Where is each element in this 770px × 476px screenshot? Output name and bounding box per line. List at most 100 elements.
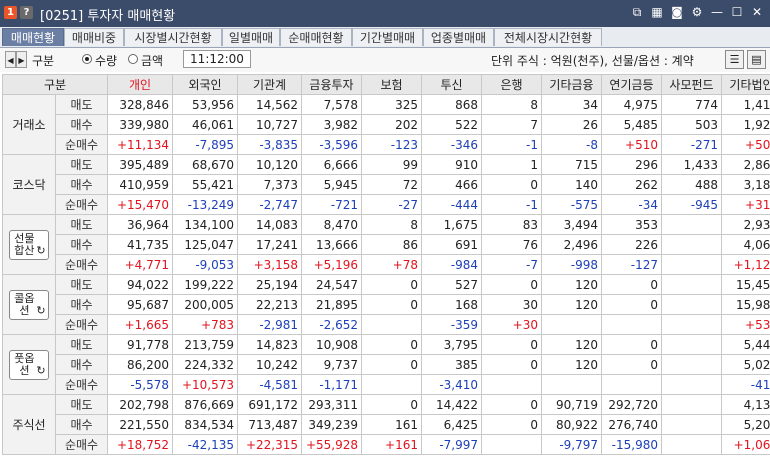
minimize-icon[interactable]: — bbox=[710, 5, 724, 19]
tab-period-trading[interactable]: 기간별매매 bbox=[352, 28, 423, 46]
table-cell: 24,547 bbox=[301, 274, 362, 295]
table-row[interactable]: 풋옵션 ↻ 매도 91,778 213,759 14,823 10,908 0 3,795 0 12… bbox=[2, 334, 770, 395]
header-other-finance[interactable]: 기타금융 bbox=[541, 74, 602, 95]
table-cell bbox=[661, 374, 722, 395]
tab-sector-trading[interactable]: 업종별매매 bbox=[423, 28, 494, 46]
table-row[interactable]: 매수 41,735 125,047 17,241 13,666 86 691 76 2,496 2… bbox=[3, 234, 770, 255]
table-cell: 328,846 bbox=[107, 94, 173, 115]
refresh-icon: ↻ bbox=[36, 243, 46, 257]
table-cell: -7 bbox=[481, 254, 542, 275]
restore-icon[interactable]: ⧉ bbox=[630, 5, 644, 19]
time-input[interactable]: 11:12:00 bbox=[183, 50, 251, 68]
table-row[interactable]: 매수86,200224,33210,2429,7370385012005,027 bbox=[3, 354, 770, 375]
excel-export-icon[interactable]: ▤ bbox=[747, 50, 766, 69]
header-financial-investment[interactable]: 금융투자 bbox=[301, 74, 362, 95]
table-row[interactable]: 선물합산 ↻ 매도 36,964 134,100 14,083 8,470 8 1,675 83 3… bbox=[2, 214, 770, 275]
table-row[interactable]: 매수 221,550 834,534 713,487 349,239 161 6,425 0 8… bbox=[3, 414, 770, 435]
table-cell: 30 bbox=[481, 294, 542, 315]
list-view-icon[interactable]: ☰ bbox=[725, 50, 744, 69]
header-institution-total[interactable]: 기관계 bbox=[237, 74, 302, 95]
table-row[interactable]: 순매수 +4,771 -9,053 +3,158 +5,196 +78 -984 -7 -998… bbox=[3, 254, 770, 275]
table-cell: 80,922 bbox=[541, 414, 602, 435]
header-private-fund[interactable]: 사모펀드 bbox=[661, 74, 722, 95]
table-cell bbox=[541, 374, 602, 395]
help-badge[interactable]: ? bbox=[20, 6, 33, 19]
quantity-radio-label[interactable]: 수량 bbox=[95, 52, 117, 69]
tab-trading-ratio[interactable]: 매매비중 bbox=[64, 28, 124, 46]
maximize-icon[interactable]: ☐ bbox=[730, 5, 744, 19]
close-icon[interactable]: ✕ bbox=[750, 5, 764, 19]
table-row[interactable]: 거래소 매도 328,846 53,956 14,562 7,578 325 868 8 34 4,… bbox=[2, 94, 770, 155]
table-cell bbox=[361, 314, 422, 335]
table-cell: 3,795 bbox=[421, 334, 482, 355]
table-cell: 385 bbox=[421, 354, 482, 375]
group-toggle-button[interactable]: 풋옵션 ↻ bbox=[9, 349, 49, 380]
table-cell: 7,578 bbox=[301, 94, 362, 115]
prev-arrow-icon[interactable]: ◀ bbox=[5, 51, 16, 68]
table-cell: 0 bbox=[481, 334, 542, 355]
table-cell: +161 bbox=[361, 434, 422, 455]
screen-number-badge[interactable]: 1 bbox=[4, 6, 17, 19]
table-row[interactable]: 순매수+1,665+783-2,981-2,652 -359+30 +533 bbox=[3, 314, 770, 335]
camera-icon[interactable]: ◙ bbox=[670, 5, 684, 19]
header-category: 구분 bbox=[2, 74, 108, 95]
table-cell: -7,895 bbox=[172, 134, 238, 155]
table-row[interactable]: 매수 339,980 46,061 10,727 3,982 202 522 7 26 5,485… bbox=[3, 114, 770, 135]
table-cell: -4,581 bbox=[237, 374, 302, 395]
row-type-label: 매수 bbox=[55, 354, 108, 375]
group-toggle-button[interactable]: 콜옵션 ↻ bbox=[9, 289, 49, 320]
table-row[interactable]: 콜옵션 ↻ 매도 94,022 199,222 25,194 24,547 0 527 0 120 0… bbox=[2, 274, 770, 335]
table-row[interactable]: 매수 95,687 200,005 22,213 21,895 0 168 30 120 0 15,… bbox=[3, 294, 770, 315]
table-cell: +510 bbox=[601, 134, 662, 155]
table-cell: 120 bbox=[541, 274, 602, 295]
table-cell: 226 bbox=[601, 234, 662, 255]
table-row[interactable]: 순매수-5,578+10,573-4,581-1,171 -3,410 -414 bbox=[3, 374, 770, 395]
header-bank[interactable]: 은행 bbox=[481, 74, 542, 95]
table-cell: 834,534 bbox=[172, 414, 238, 435]
table-cell: 199,222 bbox=[172, 274, 238, 295]
row-type-label: 매도 bbox=[55, 274, 108, 295]
window-title: [0251] 투자자 매매현황 bbox=[40, 9, 176, 24]
table-cell: 202 bbox=[361, 114, 422, 135]
group-label[interactable]: 풋옵션 ↻ bbox=[2, 334, 56, 395]
quantity-radio[interactable] bbox=[82, 54, 92, 64]
table-cell: 53,956 bbox=[172, 94, 238, 115]
tab-trading-status[interactable]: 매매현황 bbox=[2, 28, 64, 46]
table-row[interactable]: 순매수 +15,470 -13,249 -2,747 -721 -27 -444 -1 -575… bbox=[3, 194, 770, 215]
amount-radio[interactable] bbox=[128, 54, 138, 64]
header-individual[interactable]: 개인 bbox=[107, 74, 173, 95]
tab-market-time-status[interactable]: 시장별시간현황 bbox=[124, 28, 222, 46]
table-row[interactable]: 주식선 매도 202,798 876,669 691,172 293,311 0 14,422… bbox=[2, 394, 770, 455]
table-cell: 140 bbox=[541, 174, 602, 195]
table-cell: 72 bbox=[361, 174, 422, 195]
group-toggle-button[interactable]: 선물합산 ↻ bbox=[9, 229, 49, 260]
table-cell: -575 bbox=[541, 194, 602, 215]
header-foreign[interactable]: 외국인 bbox=[172, 74, 238, 95]
gear-icon[interactable]: ⚙ bbox=[690, 5, 704, 19]
tab-all-market-time[interactable]: 전체시장시간현황 bbox=[494, 28, 602, 46]
table-cell: 276,740 bbox=[601, 414, 662, 435]
table-row[interactable]: 순매수 +18,752 -42,135 +22,315 +55,928 +161 -7,99… bbox=[3, 434, 770, 455]
group-label[interactable]: 선물합산 ↻ bbox=[2, 214, 56, 275]
unit-text: 단위 주식 : 억원(천주), 선물/옵션 : 계약 bbox=[491, 54, 694, 68]
table-cell: 0 bbox=[601, 354, 662, 375]
header-row: 구분 개인 외국인 기관계 금융투자 보험 투신 은행 기타금융 연기금등 사모… bbox=[2, 74, 770, 95]
row-type-label: 매수 bbox=[55, 174, 108, 195]
group-name: 주식선 bbox=[12, 418, 46, 432]
amount-radio-label[interactable]: 금액 bbox=[141, 52, 163, 69]
group-label[interactable]: 콜옵션 ↻ bbox=[2, 274, 56, 335]
next-arrow-icon[interactable]: ▶ bbox=[16, 51, 27, 68]
table-cell: 6,425 bbox=[421, 414, 482, 435]
header-insurance[interactable]: 보험 bbox=[361, 74, 422, 95]
header-other-corporation[interactable]: 기타법인 bbox=[721, 74, 770, 95]
table-cell: 0 bbox=[361, 294, 422, 315]
table-row[interactable]: 코스닥 매도 395,489 68,670 10,120 6,666 99 910 1 715 29… bbox=[2, 154, 770, 215]
tab-net-trading-status[interactable]: 순매매현황 bbox=[280, 28, 352, 46]
table-cell: 1,920 bbox=[721, 114, 770, 135]
header-pension-fund[interactable]: 연기금등 bbox=[601, 74, 662, 95]
table-row[interactable]: 순매수 +11,134 -7,895 -3,835 -3,596 -123 -346 -1 -8… bbox=[3, 134, 770, 155]
grid-icon[interactable]: ▦ bbox=[650, 5, 664, 19]
table-row[interactable]: 매수 410,959 55,421 7,373 5,945 72 466 0 140 262 488… bbox=[3, 174, 770, 195]
tab-daily-trading[interactable]: 일별매매 bbox=[222, 28, 280, 46]
header-investment-trust[interactable]: 투신 bbox=[421, 74, 482, 95]
